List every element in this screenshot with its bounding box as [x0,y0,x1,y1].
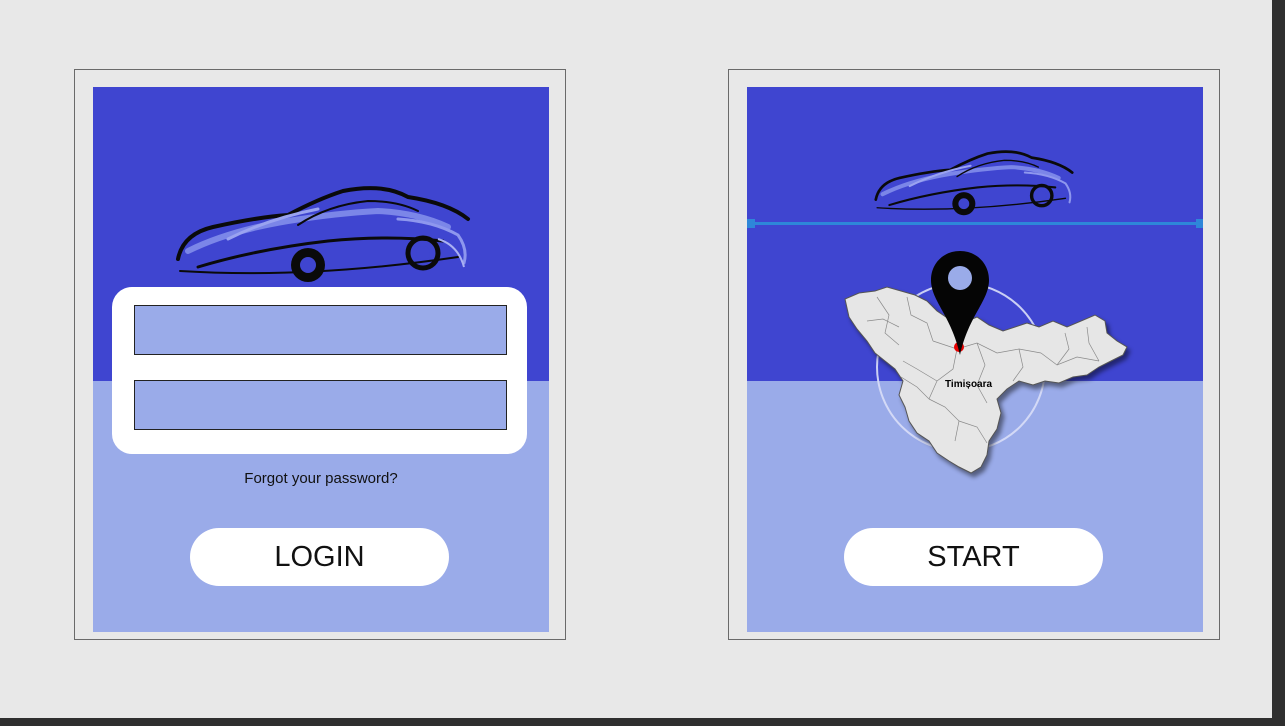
selection-handle-right[interactable] [1196,219,1203,228]
password-field[interactable] [134,380,507,430]
start-button[interactable]: START [844,528,1103,586]
selection-line[interactable] [750,222,1200,225]
login-form-card [112,287,527,454]
forgot-password-link[interactable]: Forgot your password? [93,470,549,487]
login-button[interactable]: LOGIN [190,528,449,586]
timis-county-map: Timișoara [837,251,1137,487]
selection-handle-left[interactable] [747,219,755,228]
car-silhouette-icon [874,150,1074,216]
login-artboard: Forgot your password? LOGIN [74,69,566,640]
username-field[interactable] [134,305,507,355]
window-edge-right [1272,0,1285,718]
map-pin-icon [931,251,989,355]
car-silhouette-icon [176,186,470,282]
login-screen: Forgot your password? LOGIN [93,87,549,632]
window-edge-bottom [0,718,1285,726]
city-label: Timișoara [945,379,993,390]
start-screen: Timișoara START [747,87,1203,632]
start-artboard: Timișoara START [728,69,1220,640]
